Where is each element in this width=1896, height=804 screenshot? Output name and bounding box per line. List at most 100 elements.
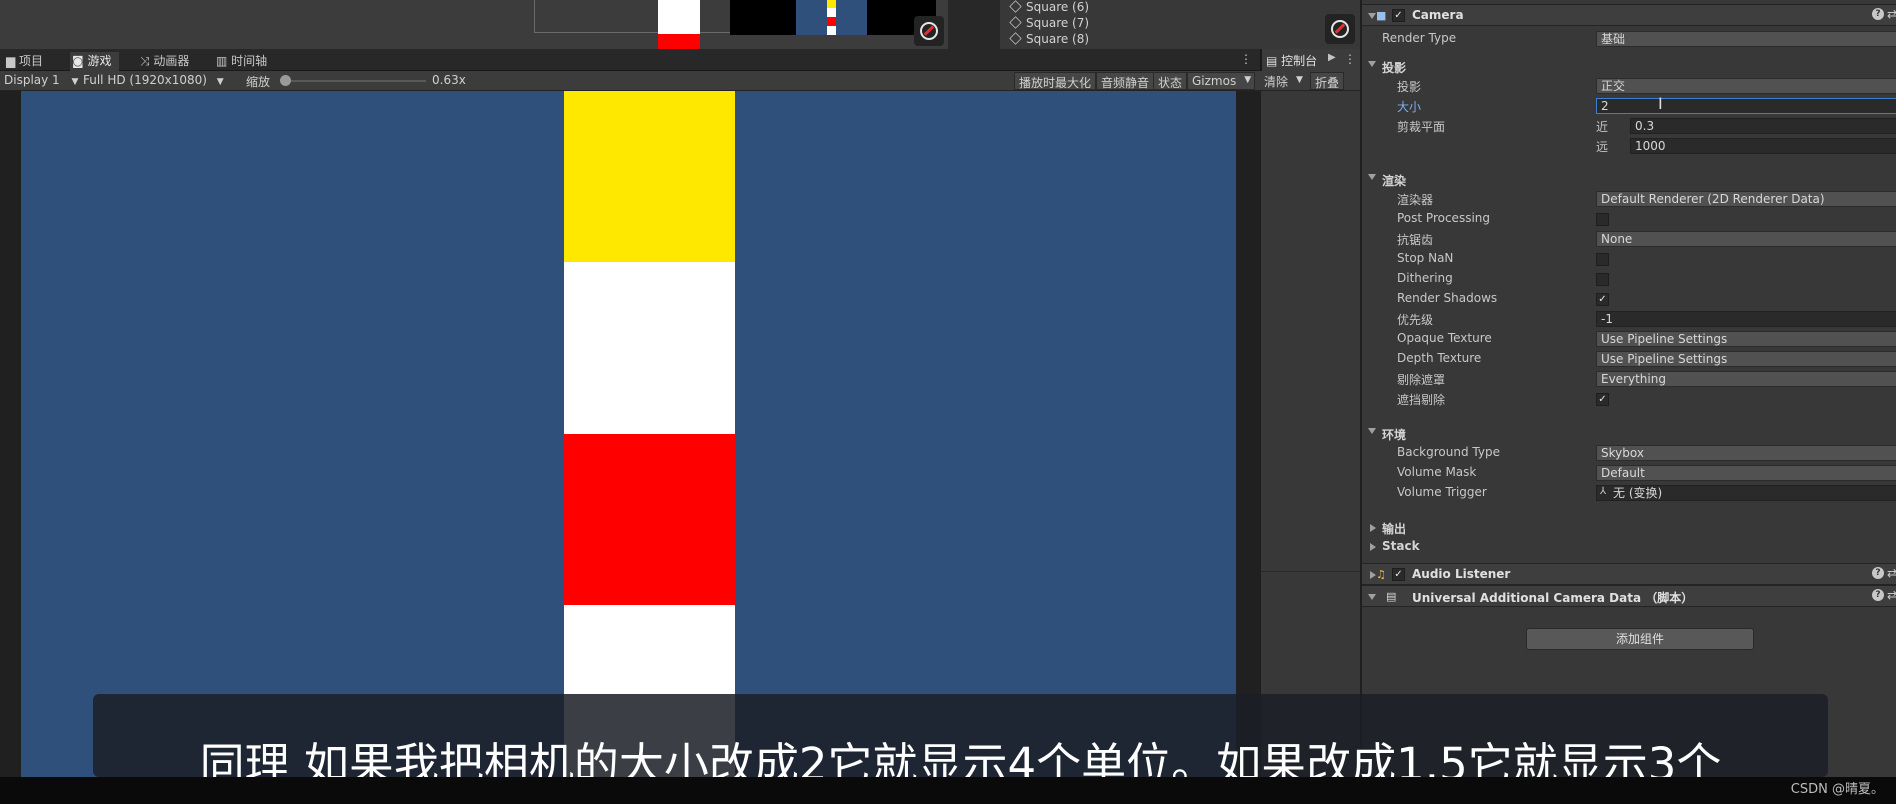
volume-mask-dropdown[interactable]: Default [1596, 465, 1896, 481]
anti-aliasing-dropdown[interactable]: None [1596, 231, 1896, 247]
scale-slider[interactable] [280, 75, 426, 86]
opaque-texture-dropdown[interactable]: Use Pipeline Settings [1596, 331, 1896, 347]
render-type-dropdown[interactable]: 基础 [1596, 31, 1896, 47]
culling-mask-dropdown[interactable]: Everything [1596, 371, 1896, 387]
help-icon[interactable]: ? [1872, 589, 1884, 601]
game-tab-bar: ▆ 项目 ◙ 游戏 ⤨ 动画器 ▥ 时间轴 ⋮ [0, 49, 1260, 71]
projection-section[interactable]: 投影 [1362, 58, 1896, 76]
environment-section[interactable]: 环境 [1362, 425, 1896, 443]
scene-camera-frame [534, 0, 734, 33]
maximize-on-play-button[interactable]: 播放时最大化 [1014, 72, 1097, 90]
renderer-dropdown[interactable]: Default Renderer (2D Renderer Data) [1596, 191, 1896, 207]
foldout-icon[interactable] [1368, 594, 1376, 600]
resolution-select[interactable]: Full HD (1920x1080) ▼ [83, 73, 224, 89]
cube-icon [1009, 32, 1022, 45]
foldout-collapsed-icon[interactable] [1370, 524, 1376, 532]
game-view[interactable] [21, 91, 1236, 777]
occlusion-culling-checkbox[interactable]: ✓ [1596, 393, 1609, 406]
help-icon[interactable]: ? [1872, 567, 1884, 579]
audio-listener-enabled-checkbox[interactable]: ✓ [1392, 568, 1405, 581]
background-type-row: Background Type Skybox [1362, 444, 1896, 462]
console-more-icon[interactable]: ⋮ [1344, 52, 1356, 66]
near-clip-input[interactable]: 0.3 [1630, 118, 1896, 134]
animator-icon: ⤨ [140, 54, 154, 68]
occlusion-culling-row: 遮挡剔除 ✓ [1362, 390, 1896, 408]
display-select[interactable]: Display 1 ▼ [4, 73, 78, 89]
tab-console[interactable]: ▤ 控制台 [1266, 52, 1317, 69]
gizmos-button[interactable]: Gizmos ▼ [1187, 72, 1256, 90]
priority-input[interactable]: -1 [1596, 311, 1896, 327]
text-cursor-icon: I [1658, 94, 1663, 113]
scene-preview [730, 0, 936, 35]
camera-component-header[interactable]: ■ ✓ Camera ? ⇄ [1362, 4, 1896, 26]
dithering-checkbox[interactable] [1596, 273, 1609, 286]
play-icon[interactable]: ▶ [1328, 52, 1336, 63]
tab-game[interactable]: ◙ 游戏 [70, 52, 120, 71]
audio-listener-header[interactable]: ♫ ✓ Audio Listener ? ⇄ [1362, 563, 1896, 585]
tab-timeline[interactable]: ▥ 时间轴 [216, 52, 267, 70]
far-clip-input[interactable]: 1000 [1630, 138, 1896, 154]
projection-dropdown[interactable]: 正交 [1596, 78, 1896, 94]
tab-animator[interactable]: ⤨ 动画器 [140, 52, 189, 70]
scale-slider-handle[interactable] [280, 75, 291, 86]
console-collapse-button[interactable]: 折叠 [1310, 72, 1345, 90]
transform-icon: ⅄ [1600, 486, 1607, 497]
white-square [564, 262, 735, 434]
presets-icon[interactable]: ⇄ [1887, 588, 1896, 602]
hierarchy-item[interactable]: Square (7) [1009, 16, 1089, 32]
stop-nan-checkbox[interactable] [1596, 253, 1609, 266]
stats-button[interactable]: 状态 [1153, 72, 1188, 90]
scene-white-block [658, 0, 700, 34]
console-panel [1260, 91, 1361, 777]
volume-trigger-row: Volume Trigger 无 (变换) ⅄ [1362, 484, 1896, 502]
output-section[interactable]: 输出 [1362, 519, 1896, 537]
presets-icon[interactable]: ⇄ [1887, 7, 1896, 21]
depth-texture-dropdown[interactable]: Use Pipeline Settings [1596, 351, 1896, 367]
hierarchy-item[interactable]: Square (8) [1009, 32, 1089, 48]
red-square [564, 434, 735, 605]
foldout-icon[interactable] [1368, 61, 1376, 67]
presets-icon[interactable]: ⇄ [1887, 566, 1896, 580]
render-shadows-checkbox[interactable]: ✓ [1596, 293, 1609, 306]
console-clear-button[interactable]: 清除 [1264, 73, 1288, 89]
hierarchy-item[interactable]: Square (6) [1009, 0, 1089, 16]
camera-title: Camera [1412, 8, 1464, 22]
watermark: CSDN @晴夏。 [1790, 782, 1884, 797]
scene-view[interactable] [0, 0, 948, 49]
post-processing-checkbox[interactable] [1596, 213, 1609, 226]
camera-enabled-checkbox[interactable]: ✓ [1392, 9, 1405, 22]
foldout-icon[interactable] [1368, 174, 1376, 180]
console-tab-header: ▤ 控制台 ▶ ⋮ [1262, 49, 1360, 71]
gamepad-icon: ◙ [72, 54, 88, 68]
camera-data-header[interactable]: ▤ Universal Additional Camera Data （脚本） … [1362, 585, 1896, 607]
headphones-icon: ♫ [1376, 568, 1386, 581]
rendering-section[interactable]: 渲染 [1362, 171, 1896, 189]
add-component-button[interactable]: 添加组件 [1526, 628, 1754, 650]
background-type-dropdown[interactable]: Skybox [1596, 445, 1896, 461]
volume-trigger-field[interactable]: 无 (变换) [1596, 485, 1896, 501]
foldout-icon[interactable] [1368, 428, 1376, 434]
foldout-icon[interactable] [1368, 13, 1376, 19]
scene-orientation-icon[interactable] [914, 16, 944, 46]
help-icon[interactable]: ? [1872, 8, 1884, 20]
stack-section[interactable]: Stack [1362, 538, 1896, 556]
foldout-collapsed-icon[interactable] [1370, 543, 1376, 551]
projection-row: 投影 正交 [1362, 77, 1896, 95]
scene-red-block [658, 34, 700, 49]
console-icon: ▤ [1266, 54, 1282, 68]
tab-project[interactable]: ▆ 项目 [6, 52, 43, 70]
priority-row: 优先级 -1 [1362, 310, 1896, 328]
camera-icon: ■ [1376, 9, 1387, 22]
dropdown-arrow-icon: ▼ [216, 77, 224, 87]
dithering-row: Dithering [1362, 270, 1896, 288]
more-options-icon[interactable]: ⋮ [1240, 52, 1252, 70]
scale-value: 0.63x [432, 73, 466, 87]
camera-data-title: Universal Additional Camera Data （脚本） [1412, 591, 1694, 605]
dropdown-arrow-icon[interactable]: ▼ [1296, 75, 1303, 91]
render-shadows-row: Render Shadows ✓ [1362, 290, 1896, 308]
size-input[interactable]: 2 [1596, 98, 1896, 114]
post-processing-row: Post Processing [1362, 210, 1896, 228]
hierarchy-orientation-icon[interactable] [1325, 14, 1355, 44]
mute-audio-button[interactable]: 音频静音 [1096, 72, 1155, 90]
dropdown-arrow-icon: ▼ [1244, 75, 1252, 85]
